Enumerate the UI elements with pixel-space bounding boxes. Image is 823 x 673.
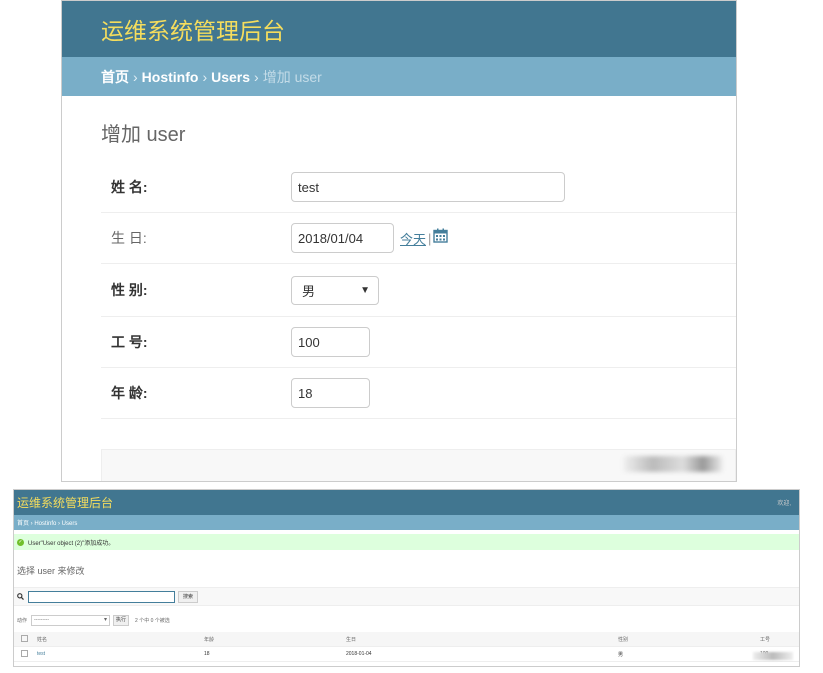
user-form: 姓 名: 生 日: 今天 | 性 别: [101, 162, 736, 419]
list-breadcrumb[interactable]: 首页 › Hostinfo › Users: [14, 515, 799, 530]
row-age: 18: [203, 646, 345, 662]
birthday-input[interactable]: [291, 223, 394, 253]
row-birthday: 2018-01-04: [345, 646, 617, 662]
user-list-window: 运维系统管理后台 欢迎, 首页 › Hostinfo › Users ✓ Use…: [13, 489, 800, 667]
name-label: 姓 名:: [111, 179, 148, 195]
search-icon: [17, 593, 24, 600]
column-age[interactable]: 年龄: [203, 632, 345, 647]
list-title: 选择 user 来修改: [17, 566, 85, 576]
column-job-number[interactable]: 工号: [759, 632, 799, 647]
search-button[interactable]: 搜索: [178, 590, 199, 603]
watermark-blurred: [753, 652, 793, 660]
add-user-window: 运维系统管理后台 首页 › Hostinfo › Users › 增加 user…: [61, 0, 737, 482]
list-header: 运维系统管理后台 欢迎,: [14, 490, 799, 515]
search-bar: 搜索: [14, 587, 799, 606]
chevron-down-icon: ▼: [360, 284, 370, 296]
list-brand[interactable]: 运维系统管理后台: [17, 494, 113, 511]
column-birthday[interactable]: 生日: [345, 632, 617, 647]
results-table: 姓名 年龄 生日 性别 工号 test 18 2018-01-04 男 100: [14, 632, 799, 662]
form-row-birthday: 生 日: 今天 |: [101, 213, 736, 264]
submit-row: [101, 449, 736, 481]
form-row-name: 姓 名:: [101, 162, 736, 213]
breadcrumb-separator: ›: [202, 68, 208, 85]
check-icon: ✓: [17, 538, 24, 546]
select-all-checkbox[interactable]: [21, 634, 28, 642]
gender-selected: 男: [302, 283, 316, 299]
column-name[interactable]: 姓名: [36, 632, 203, 647]
row-gender: 男: [617, 646, 759, 662]
save-buttons-blurred[interactable]: [623, 456, 723, 472]
breadcrumb-separator: ›: [133, 68, 138, 85]
form-row-gender: 性 别: 男 ▼: [101, 264, 736, 317]
site-header: 运维系统管理后台: [62, 1, 736, 57]
action-go-button[interactable]: 执行: [113, 614, 130, 626]
success-text: User"User object (2)"添加成功。: [28, 540, 115, 547]
welcome-text: 欢迎,: [777, 501, 791, 507]
name-input[interactable]: [291, 172, 565, 202]
gender-select[interactable]: 男 ▼: [291, 275, 379, 305]
row-name-link[interactable]: test: [37, 651, 45, 657]
calendar-icon[interactable]: [433, 228, 449, 248]
date-separator: |: [428, 230, 432, 246]
success-message: ✓ User"User object (2)"添加成功。: [14, 534, 799, 550]
search-input[interactable]: [28, 590, 175, 603]
page-title: 增加 user: [101, 124, 186, 146]
birthday-label: 生 日:: [111, 230, 147, 246]
breadcrumb-separator: ›: [254, 68, 259, 85]
row-checkbox[interactable]: [21, 649, 28, 657]
age-input[interactable]: [291, 378, 370, 408]
site-brand[interactable]: 运维系统管理后台: [101, 12, 285, 46]
job-number-input[interactable]: [291, 327, 370, 357]
actions-bar: 动作 --------- 执行 2 个中 0 个被选: [14, 610, 799, 630]
breadcrumb-home[interactable]: 首页: [101, 67, 129, 87]
breadcrumb-current: 增加 user: [262, 68, 322, 85]
table-row: test 18 2018-01-04 男 100: [14, 646, 799, 662]
selected-count: 2 个中 0 个被选: [135, 617, 170, 624]
breadcrumb: 首页 › Hostinfo › Users › 增加 user: [62, 57, 736, 96]
table-header-row: 姓名 年龄 生日 性别 工号: [14, 632, 799, 647]
age-label: 年 龄:: [111, 385, 148, 401]
form-row-age: 年 龄:: [101, 368, 736, 419]
job-number-label: 工 号:: [111, 334, 148, 350]
form-row-job-number: 工 号:: [101, 317, 736, 368]
action-select[interactable]: ---------: [31, 614, 111, 626]
column-gender[interactable]: 性别: [617, 632, 759, 647]
gender-label: 性 别:: [111, 282, 148, 298]
action-label: 动作: [17, 617, 28, 624]
breadcrumb-model[interactable]: Users: [211, 69, 250, 85]
today-link[interactable]: 今天: [400, 229, 426, 248]
breadcrumb-app[interactable]: Hostinfo: [142, 69, 199, 85]
